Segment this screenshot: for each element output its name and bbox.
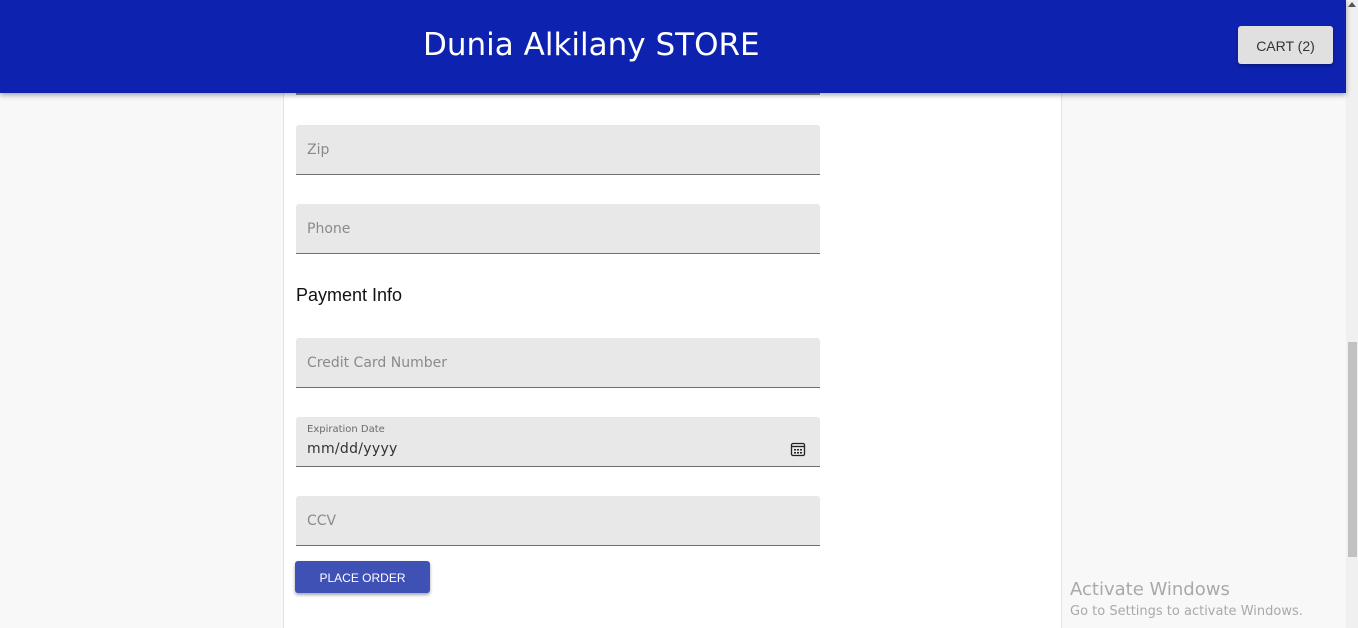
- payment-info-heading: Payment Info: [296, 285, 403, 305]
- place-order-button[interactable]: PLACE ORDER: [295, 561, 430, 593]
- phone-field[interactable]: Phone: [296, 204, 820, 254]
- watermark-subtitle: Go to Settings to activate Windows.: [1070, 604, 1303, 619]
- credit-card-number-placeholder: Credit Card Number: [307, 355, 447, 371]
- windows-activation-watermark: Activate Windows Go to Settings to activ…: [1070, 578, 1303, 622]
- page-scrollbar[interactable]: [1346, 0, 1358, 628]
- calendar-icon[interactable]: [790, 441, 806, 457]
- zip-placeholder: Zip: [307, 142, 330, 158]
- cart-button[interactable]: CART (2): [1238, 26, 1333, 64]
- ccv-field[interactable]: CCV: [296, 496, 820, 546]
- scroll-thumb[interactable]: [1348, 342, 1357, 557]
- zip-field[interactable]: Zip: [296, 125, 820, 175]
- address-field-underline[interactable]: [296, 93, 820, 95]
- watermark-title: Activate Windows: [1070, 579, 1230, 600]
- expiration-date-label: Expiration Date: [307, 424, 385, 435]
- scroll-up-arrow-icon[interactable]: [1348, 2, 1356, 7]
- app-header: Dunia Alkilany STORE CART (2): [0, 0, 1346, 93]
- expiration-date-field[interactable]: Expiration Date mm/dd/yyyy: [296, 417, 820, 467]
- expiration-date-value[interactable]: mm/dd/yyyy: [307, 441, 398, 457]
- ccv-placeholder: CCV: [307, 513, 337, 529]
- credit-card-number-field[interactable]: Credit Card Number: [296, 338, 820, 388]
- store-title: Dunia Alkilany STORE: [423, 27, 760, 63]
- phone-placeholder: Phone: [307, 221, 351, 237]
